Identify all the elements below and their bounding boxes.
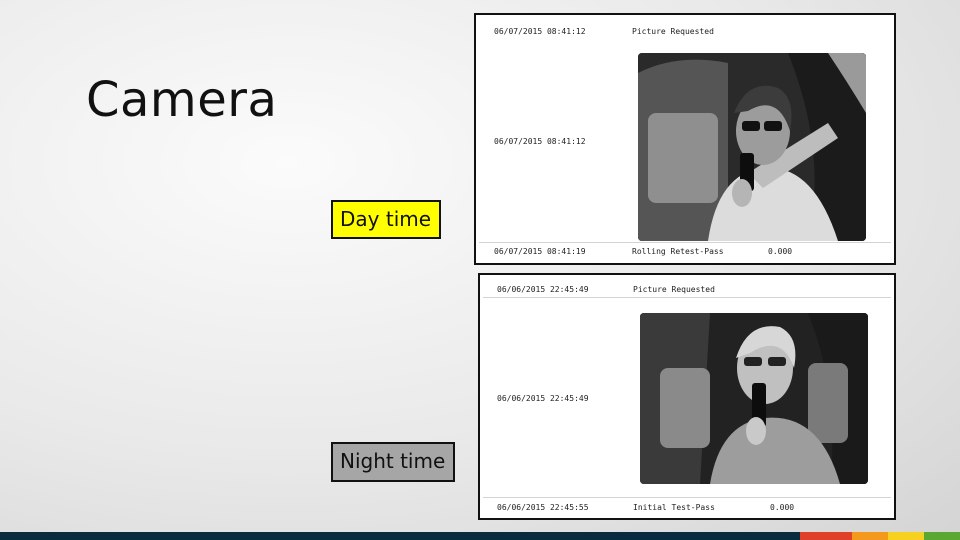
log-timestamp: 06/06/2015 22:45:49 [497, 285, 589, 294]
log-timestamp: 06/07/2015 08:41:12 [494, 137, 586, 146]
night-driver-photo [640, 313, 868, 484]
driver-photo-image [638, 53, 866, 241]
log-event: Picture Requested [632, 27, 714, 36]
row-divider [483, 297, 891, 298]
log-timestamp: 06/06/2015 22:45:55 [497, 503, 589, 512]
log-event: Rolling Retest-Pass [632, 247, 724, 256]
footer-accent-red [800, 532, 852, 540]
row-divider [479, 242, 891, 243]
footer-accent-green [924, 532, 960, 540]
footer-accent-yellow [888, 532, 924, 540]
log-value: 0.000 [770, 503, 795, 512]
log-timestamp: 06/06/2015 22:45:49 [497, 394, 589, 403]
day-time-label: Day time [331, 200, 441, 239]
footer-accent-orange [852, 532, 888, 540]
driver-photo-image [640, 313, 868, 484]
log-timestamp: 06/07/2015 08:41:19 [494, 247, 586, 256]
day-driver-photo [638, 53, 866, 241]
log-event: Picture Requested [633, 285, 715, 294]
row-divider [483, 497, 891, 498]
day-camera-log-panel: 06/07/2015 08:41:12 Picture Requested 06… [474, 13, 896, 265]
slide-footer-bar [0, 532, 960, 540]
night-camera-log-panel: 06/06/2015 22:45:49 Picture Requested 06… [478, 273, 896, 520]
slide-title: Camera [86, 72, 278, 128]
night-time-label: Night time [331, 442, 455, 482]
log-timestamp: 06/07/2015 08:41:12 [494, 27, 586, 36]
log-value: 0.000 [768, 247, 793, 256]
log-event: Initial Test-Pass [633, 503, 715, 512]
